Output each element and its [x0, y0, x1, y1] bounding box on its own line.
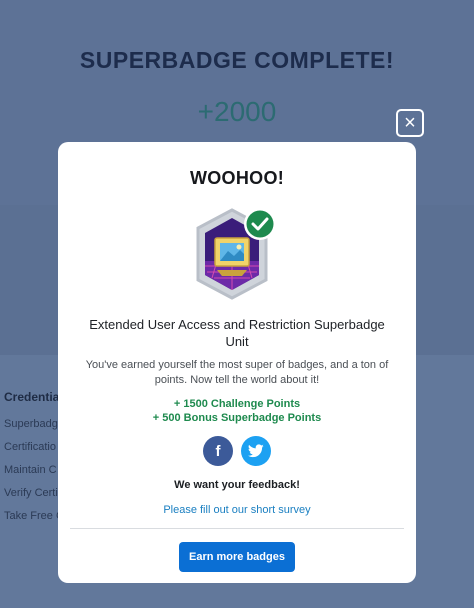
- credentials-heading: Credentia: [4, 390, 60, 404]
- close-button[interactable]: ×: [396, 109, 424, 137]
- checkmark-icon: [246, 210, 274, 238]
- credentials-item: Certificatio: [4, 441, 56, 453]
- facebook-share-button[interactable]: f: [203, 436, 233, 466]
- badge-icon: [196, 208, 276, 300]
- earn-more-badges-button[interactable]: Earn more badges: [179, 542, 295, 572]
- background-title: SUPERBADGE COMPLETE!: [79, 47, 395, 73]
- twitter-icon: [248, 444, 264, 458]
- credentials-item: Verify Certi: [4, 487, 58, 499]
- background-credentials: Credentia Superbadg Certificatio Maintai…: [4, 390, 64, 531]
- modal-title: WOOHOO!: [189, 168, 285, 188]
- twitter-share-button[interactable]: [241, 436, 271, 466]
- survey-link[interactable]: Please fill out our short survey: [58, 504, 416, 516]
- feedback-title: We want your feedback!: [174, 479, 300, 491]
- credentials-item: Take Free C: [4, 510, 64, 522]
- credentials-item: Maintain C: [4, 464, 57, 476]
- badge-name: Extended User Access and Restriction Sup…: [89, 317, 385, 349]
- facebook-icon: f: [215, 442, 221, 460]
- close-icon: ×: [404, 112, 416, 134]
- badge-description: You've earned yourself the most super of…: [85, 359, 389, 386]
- credentials-item: Superbadg: [4, 418, 58, 430]
- completion-modal: WOOHOO! Extended User Access and Restric…: [58, 142, 416, 583]
- challenge-points: + 1500 Challenge Points: [173, 398, 301, 410]
- bonus-points: + 500 Bonus Superbadge Points: [152, 412, 322, 424]
- divider: [70, 528, 404, 529]
